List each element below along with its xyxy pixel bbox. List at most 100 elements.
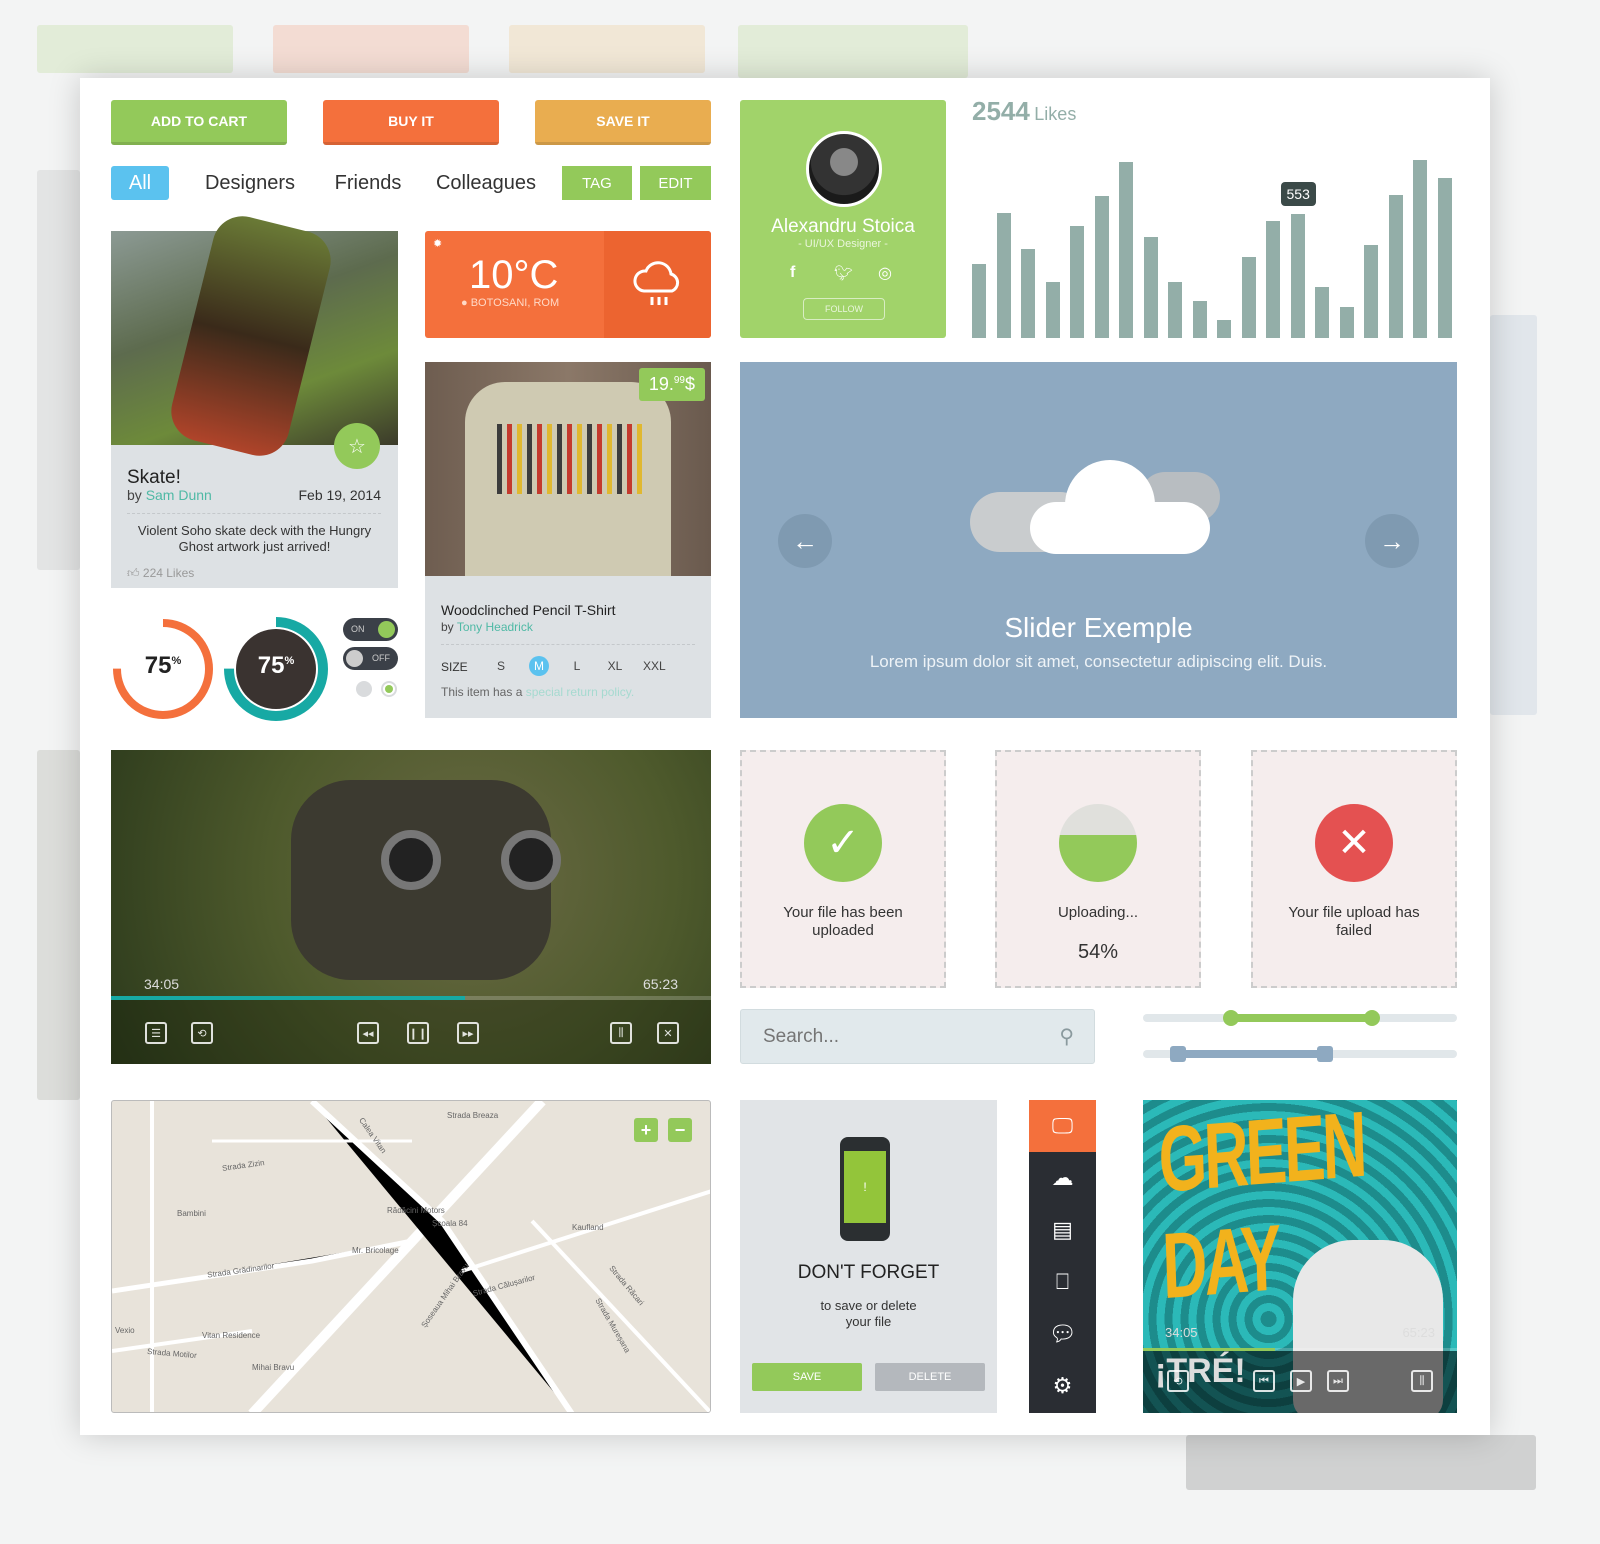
policy-prefix: This item has a [441,685,523,699]
likes-bar[interactable] [1290,214,1305,338]
likes-bar[interactable] [1388,194,1403,338]
policy-link[interactable]: special return policy. [526,685,635,699]
likes-bar[interactable] [1266,221,1281,338]
repeat-icon[interactable]: ⟲ [1167,1370,1189,1392]
size-option-l[interactable]: L [567,656,587,676]
zoom-in-button[interactable]: + [634,1118,658,1142]
reminder-text-2: your file [845,1314,892,1329]
ghost-card [738,25,968,78]
size-option-xl[interactable]: XL [605,656,625,676]
inbox-icon[interactable]: ⎕ [1029,1256,1096,1308]
monitor-icon[interactable]: 🖵︎ [1029,1100,1096,1152]
fullscreen-icon[interactable]: ✕ [657,1022,679,1044]
equalizer-icon[interactable]: ⫼ [1411,1370,1433,1392]
gear-icon[interactable]: ⚙︎ [1029,1360,1096,1412]
news-icon[interactable]: ▤ [1029,1204,1096,1256]
slider-title: Slider Exemple [1004,612,1193,643]
range-slider-blue[interactable] [1143,1046,1457,1062]
likes-bar[interactable] [972,263,987,338]
avatar [806,131,882,207]
tab-colleagues[interactable]: Colleagues [430,166,542,200]
buy-it-button[interactable]: BUY IT [323,100,499,145]
by-label: by [127,487,142,503]
likes-bar[interactable] [1315,286,1330,338]
radio-selected[interactable] [381,681,397,697]
likes-bar[interactable] [996,212,1011,338]
radio-dot [385,685,393,693]
upload-success-text: Your file has been uploaded [783,904,903,939]
likes-bar[interactable] [1437,178,1452,338]
tag-button[interactable]: TAG [562,166,632,200]
weather-widget: ✹ 10°C ● BOTOSANI, ROM [425,231,711,338]
image-slider: ← → Slider Exemple Lorem ipsum dolor sit… [740,362,1457,718]
edit-button[interactable]: EDIT [640,166,711,200]
repeat-icon[interactable]: ⟲ [191,1022,213,1044]
add-to-cart-button[interactable]: ADD TO CART [111,100,287,145]
cloud-icon[interactable]: ☁︎ [1029,1152,1096,1204]
likes-bar[interactable] [1339,307,1354,338]
likes-bar-chart: 553 [972,160,1462,338]
likes-bar[interactable] [1045,282,1060,338]
next-icon[interactable]: ⏭︎ [1327,1370,1349,1392]
price-main: 19. [648,374,674,394]
toggle-off[interactable]: OFF [343,647,398,670]
likes-bar[interactable] [1364,245,1379,338]
map[interactable]: Strada Breaza Calea Vitan Strada Zizin Bamb… [111,1100,711,1413]
fast-forward-icon[interactable]: ▸▸ [457,1022,479,1044]
size-option-m[interactable]: M [529,656,549,676]
search-input[interactable] [763,1024,1033,1050]
search-icon[interactable]: ⚲ [1059,1024,1074,1049]
pause-icon[interactable]: ❙❙ [407,1022,429,1044]
delete-button[interactable]: DELETE [875,1363,985,1391]
tab-all[interactable]: All [111,166,169,200]
rewind-icon[interactable]: ◂◂ [357,1022,379,1044]
likes-bar[interactable] [1021,248,1036,338]
slider-subtitle: Lorem ipsum dolor sit amet, consectetur … [869,652,1328,671]
author-link[interactable]: Sam Dunn [146,487,212,503]
playlist-icon[interactable]: ☰ [145,1022,167,1044]
map-label: Strada Breaza [447,1111,499,1120]
twitter-icon[interactable]: 🐦︎ [834,264,853,282]
save-button[interactable]: SAVE [752,1363,862,1391]
equalizer-icon[interactable]: ⫼ [610,1022,632,1044]
skate-card: ☆ Skate! by Sam Dunn Feb 19, 2014 Violen… [111,209,398,588]
follow-button[interactable]: FOLLOW [803,298,885,320]
tab-designers[interactable]: Designers [200,166,300,200]
skate-description: Violent Soho skate deck with the Hungry … [137,523,372,554]
prev-arrow-button[interactable]: ← [778,514,832,568]
favorite-star-button[interactable]: ☆ [334,423,380,469]
dribbble-icon[interactable]: ◎ [878,263,892,283]
previous-icon[interactable]: ⏮︎ [1253,1370,1275,1392]
facebook-icon[interactable]: f [790,264,795,282]
toggle-on[interactable]: ON [343,618,398,641]
settings-icon[interactable]: ✹ [433,237,442,250]
author-link[interactable]: Tony Headrick [457,620,533,634]
range-handle-min[interactable] [1169,1046,1186,1062]
likes-bar[interactable] [1119,161,1134,338]
likes-bar[interactable] [1168,282,1183,338]
size-option-xxl[interactable]: XXL [643,656,666,676]
size-option-s[interactable]: S [491,656,511,676]
chat-icon[interactable]: 💬︎ [1029,1308,1096,1360]
upload-failed-text: Your file upload has failed [1288,904,1420,939]
likes-bar[interactable] [1217,319,1232,338]
likes-bar[interactable] [1192,301,1207,338]
reminder-text-1: to save or delete [820,1298,917,1313]
likes-bar[interactable] [1143,236,1158,338]
range-handle-min[interactable] [1222,1010,1239,1026]
play-icon[interactable]: ▶ [1290,1370,1312,1392]
tab-friends[interactable]: Friends [328,166,408,200]
next-arrow-button[interactable]: → [1365,514,1419,568]
save-it-button[interactable]: SAVE IT [535,100,711,145]
likes-label: Likes [1034,104,1077,124]
likes-count: 👍︎ 224 Likes [127,566,194,581]
range-slider-green[interactable] [1143,1010,1457,1026]
range-handle-max[interactable] [1317,1046,1334,1062]
radio-unselected[interactable] [356,681,372,697]
likes-bar[interactable] [1070,226,1085,338]
zoom-out-button[interactable]: − [668,1118,692,1142]
likes-bar[interactable] [1241,256,1256,338]
album-total-time: 65:23 [1402,1325,1435,1340]
likes-bar[interactable] [1413,160,1428,338]
likes-bar[interactable] [1094,196,1109,338]
